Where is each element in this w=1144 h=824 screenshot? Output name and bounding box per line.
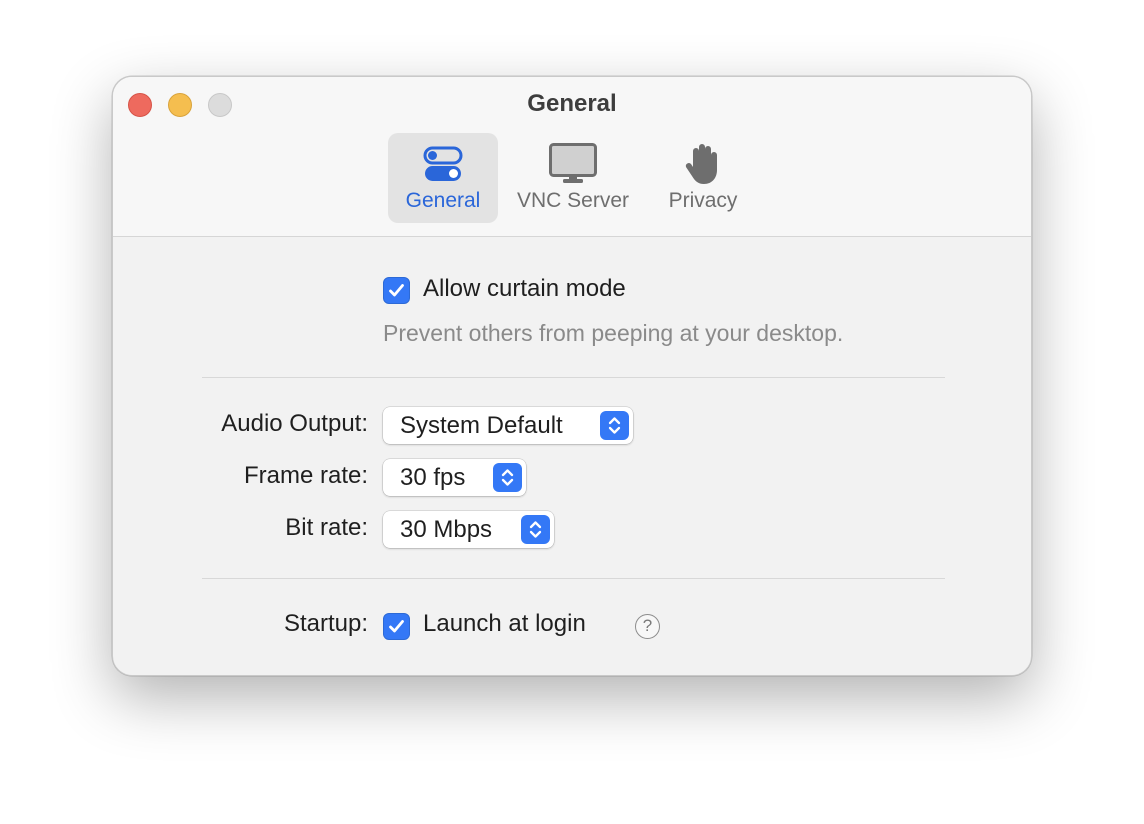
curtain-mode-checkbox[interactable] xyxy=(383,277,410,304)
audio-output-value: System Default xyxy=(400,412,563,439)
curtain-mode-label[interactable]: Allow curtain mode xyxy=(423,275,626,303)
general-pane: Allow curtain mode Prevent others from p… xyxy=(113,237,1031,675)
display-icon xyxy=(549,143,597,183)
tab-label: Privacy xyxy=(668,189,738,212)
bit-rate-popup[interactable]: 30 Mbps xyxy=(383,511,554,548)
tab-label: VNC Server xyxy=(516,189,630,212)
help-icon[interactable]: ? xyxy=(635,614,660,639)
checkmark-icon xyxy=(389,620,404,633)
divider xyxy=(202,578,945,579)
frame-rate-popup[interactable]: 30 fps xyxy=(383,459,526,496)
launch-at-login-checkbox[interactable] xyxy=(383,613,410,640)
hand-icon xyxy=(685,144,717,184)
chevron-updown-icon xyxy=(600,411,629,440)
startup-label: Startup: xyxy=(283,610,368,637)
toolbar: General General VNC Server Privacy xyxy=(113,77,1031,237)
chevron-updown-icon xyxy=(521,515,550,544)
tab-general[interactable]: General xyxy=(388,133,498,223)
audio-output-popup[interactable]: System Default xyxy=(383,407,633,444)
frame-rate-label: Frame rate: xyxy=(243,462,368,489)
checkmark-icon xyxy=(389,284,404,297)
launch-at-login-label[interactable]: Launch at login xyxy=(423,610,586,638)
tab-vnc-server[interactable]: VNC Server xyxy=(508,133,638,223)
chevron-updown-icon xyxy=(493,463,522,492)
frame-rate-value: 30 fps xyxy=(400,464,466,491)
toggles-icon xyxy=(423,146,463,181)
tab-privacy[interactable]: Privacy xyxy=(653,133,753,223)
audio-output-label: Audio Output: xyxy=(221,410,368,437)
divider xyxy=(202,377,945,378)
window-title: General xyxy=(527,90,617,117)
bit-rate-value: 30 Mbps xyxy=(400,516,493,543)
preferences-window: General General VNC Server Privacy Allow… xyxy=(112,76,1032,676)
tab-label: General xyxy=(405,189,481,212)
curtain-mode-description: Prevent others from peeping at your desk… xyxy=(383,320,844,346)
bit-rate-label: Bit rate: xyxy=(285,514,368,541)
